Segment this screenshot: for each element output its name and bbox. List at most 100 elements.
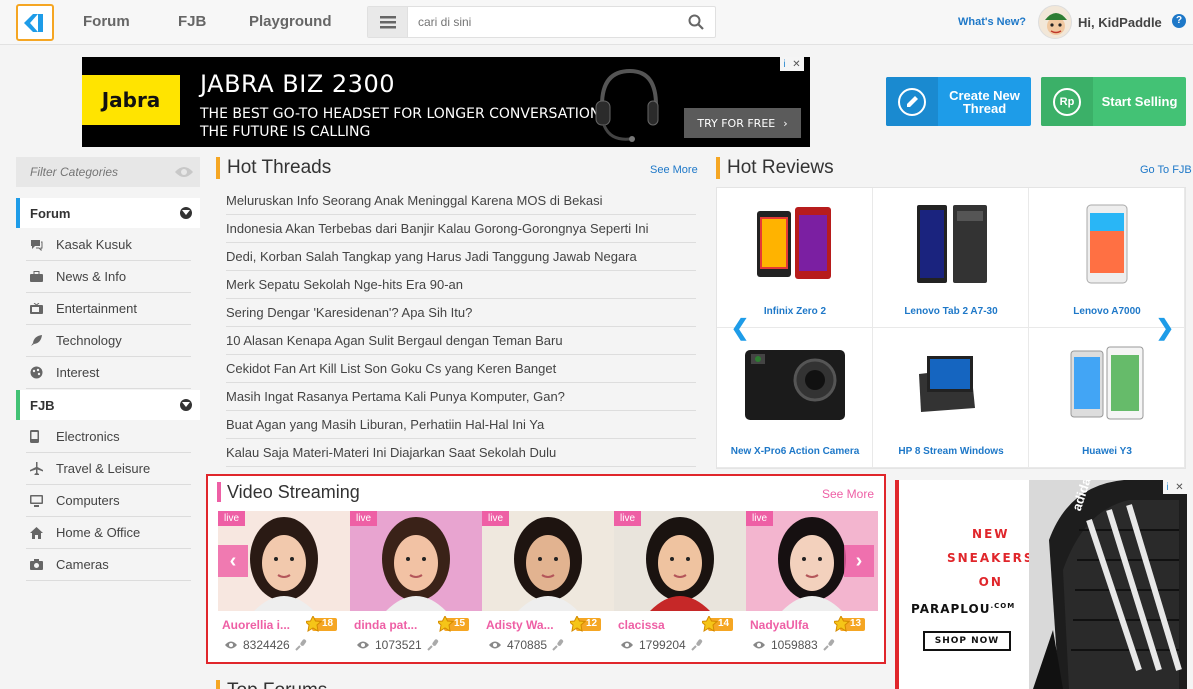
hot-thread-item[interactable]: Merk Sepatu Sekolah Nge-hits Era 90-an [226, 271, 696, 299]
eye-icon[interactable] [174, 165, 194, 184]
review-card[interactable]: New X-Pro6 Action Camera [717, 328, 873, 468]
ad-headline: NEW SNEAKERS ON [947, 522, 1035, 594]
sidebar-item-news-info[interactable]: News & Info [26, 261, 191, 293]
review-card[interactable]: HP 8 Stream Windows [873, 328, 1029, 468]
filter-categories-input[interactable] [30, 165, 170, 179]
sidebar-item-home-office[interactable]: Home & Office [26, 517, 191, 549]
stream-card[interactable]: live clacissa 14 1799204 [614, 511, 746, 652]
sidebar-item-travel-leisure[interactable]: Travel & Leisure [26, 453, 191, 485]
user-greeting[interactable]: Hi, KidPaddle [1078, 15, 1162, 30]
streamer-name[interactable]: Auorellia i... [222, 618, 302, 632]
hot-thread-item[interactable]: Cekidot Fan Art Kill List Son Goku Cs ya… [226, 355, 696, 383]
paraplou-brand: PARAPLOU.COM [911, 602, 1015, 616]
hot-thread-item[interactable]: 10 Alasan Kenapa Agan Sulit Bergaul deng… [226, 327, 696, 355]
search-icon[interactable] [688, 14, 704, 35]
sidebar-item-electronics[interactable]: Electronics [26, 421, 191, 453]
streamer-name[interactable]: dinda pat... [354, 618, 434, 632]
shop-now-button[interactable]: SHOP NOW [923, 631, 1011, 651]
sidebar-item-cameras[interactable]: Cameras [26, 549, 191, 581]
video-see-more[interactable]: See More [822, 487, 874, 501]
go-to-fjb-link[interactable]: Go To FJB [1140, 164, 1192, 176]
sidebar-item-entertainment[interactable]: Entertainment [26, 293, 191, 325]
hot-thread-item[interactable]: Dedi, Korban Salah Tangkap yang Harus Ja… [226, 243, 696, 271]
adchoices-icon[interactable]: i ✕ [1163, 480, 1187, 494]
eye-icon [621, 641, 633, 649]
sidebar-forum-header[interactable]: Forum [16, 198, 200, 228]
product-image [1067, 203, 1147, 285]
reviews-prev-icon[interactable]: ❮ [730, 315, 750, 340]
rupiah-label: Rp [1053, 87, 1081, 116]
stream-card[interactable]: live NadyaUlfa 13 1059883 [746, 511, 878, 652]
level-badge: 13 [834, 616, 866, 633]
jabra-banner-ad[interactable]: Jabra JABRA BIZ 2300 THE BEST GO-TO HEAD… [82, 57, 810, 147]
level-number: 18 [322, 618, 334, 629]
microphone-icon [295, 639, 306, 651]
live-badge: live [482, 511, 510, 526]
streamer-name[interactable]: Adisty Wa... [486, 618, 566, 632]
hamburger-menu-button[interactable] [368, 7, 408, 37]
hot-threads-title: Hot Threads [216, 157, 331, 179]
camera-icon [26, 559, 56, 570]
avatar[interactable] [1038, 5, 1072, 39]
review-product-name[interactable]: Lenovo Tab 2 A7-30 [873, 306, 1029, 317]
stream-views: 470885 [488, 638, 564, 652]
eye-icon [225, 641, 237, 649]
nav-forum[interactable]: Forum [83, 13, 130, 30]
ad-line-new: NEW [972, 527, 1010, 541]
help-icon[interactable]: ? [1172, 14, 1186, 28]
video-prev-icon[interactable]: ‹ [218, 545, 248, 577]
stream-views: 1799204 [620, 638, 703, 652]
banner-tagline-2: THE FUTURE IS CALLING [200, 124, 371, 140]
hot-thread-item[interactable]: Masih Ingat Rasanya Pertama Kali Punya K… [226, 383, 696, 411]
sidebar-item-kasak-kusuk[interactable]: Kasak Kusuk [26, 229, 191, 261]
stream-card[interactable]: live dinda pat... 15 1073521 [350, 511, 482, 652]
hot-thread-item[interactable]: Meluruskan Info Seorang Anak Meninggal K… [226, 187, 696, 215]
product-image [911, 343, 991, 425]
hot-thread-item[interactable]: Sering Dengar 'Karesidenan'? Apa Sih Itu… [226, 299, 696, 327]
sidebar-fjb-header[interactable]: FJB [16, 390, 200, 420]
adchoices-icon[interactable]: i ✕ [780, 57, 804, 71]
sidebar-item-computers[interactable]: Computers [26, 485, 191, 517]
review-card[interactable]: Lenovo Tab 2 A7-30 [873, 188, 1029, 328]
eye-icon [357, 641, 369, 649]
sidebar-item-technology[interactable]: Technology [26, 325, 191, 357]
start-selling-button[interactable]: Rp Start Selling [1041, 77, 1186, 126]
video-next-icon[interactable]: › [844, 545, 874, 577]
rocket-icon [26, 334, 56, 347]
paraplou-suffix: .COM [990, 602, 1016, 610]
stream-card[interactable]: live Adisty Wa... 12 470885 [482, 511, 614, 652]
stream-thumbnail[interactable] [482, 511, 614, 611]
stream-thumbnail[interactable] [614, 511, 746, 611]
stream-card[interactable]: live Auorellia i... 18 8324426 [218, 511, 350, 652]
sneakers-side-ad[interactable]: NEW SNEAKERS ON PARAPLOU.COM SHOP NOW ad… [895, 480, 1187, 689]
nav-fjb[interactable]: FJB [178, 13, 206, 30]
hot-thread-item[interactable]: Buat Agan yang Masih Liburan, Perhatiin … [226, 411, 696, 439]
whats-new-link[interactable]: What's New? [958, 16, 1026, 28]
review-card[interactable]: Lenovo A7000 [1029, 188, 1185, 328]
headset-image [590, 65, 660, 147]
review-card[interactable]: Huawei Y3 [1029, 328, 1185, 468]
kaskus-k-icon [24, 13, 43, 32]
kaskus-logo[interactable] [16, 4, 54, 41]
create-new-thread-button[interactable]: Create New Thread [886, 77, 1031, 126]
review-product-name[interactable]: Huawei Y3 [1029, 446, 1185, 457]
streamer-name[interactable]: clacissa [618, 618, 698, 632]
nav-playground[interactable]: Playground [249, 13, 332, 30]
sidebar-item-interest[interactable]: Interest [26, 357, 191, 389]
streamer-name[interactable]: NadyaUlfa [750, 618, 830, 632]
reviews-next-icon[interactable]: ❯ [1155, 315, 1175, 340]
stream-thumbnail[interactable] [350, 511, 482, 611]
hot-thread-item[interactable]: Kalau Saja Materi-Materi Ini Diajarkan S… [226, 439, 696, 467]
top-forums-title: Top Forums [216, 680, 327, 689]
review-product-name[interactable]: New X-Pro6 Action Camera [717, 446, 873, 457]
eye-icon [489, 641, 501, 649]
chat-icon [26, 239, 56, 251]
try-for-free-button[interactable]: TRY FOR FREE › [684, 108, 801, 138]
view-count: 1073521 [375, 638, 422, 652]
hot-threads-see-more[interactable]: See More [650, 164, 698, 176]
sidebar-item-label: Cameras [56, 557, 109, 572]
review-product-name[interactable]: HP 8 Stream Windows [873, 446, 1029, 457]
search-input[interactable] [418, 13, 678, 31]
hot-thread-item[interactable]: Indonesia Akan Terbebas dari Banjir Kala… [226, 215, 696, 243]
review-card[interactable]: Infinix Zero 2 [717, 188, 873, 328]
